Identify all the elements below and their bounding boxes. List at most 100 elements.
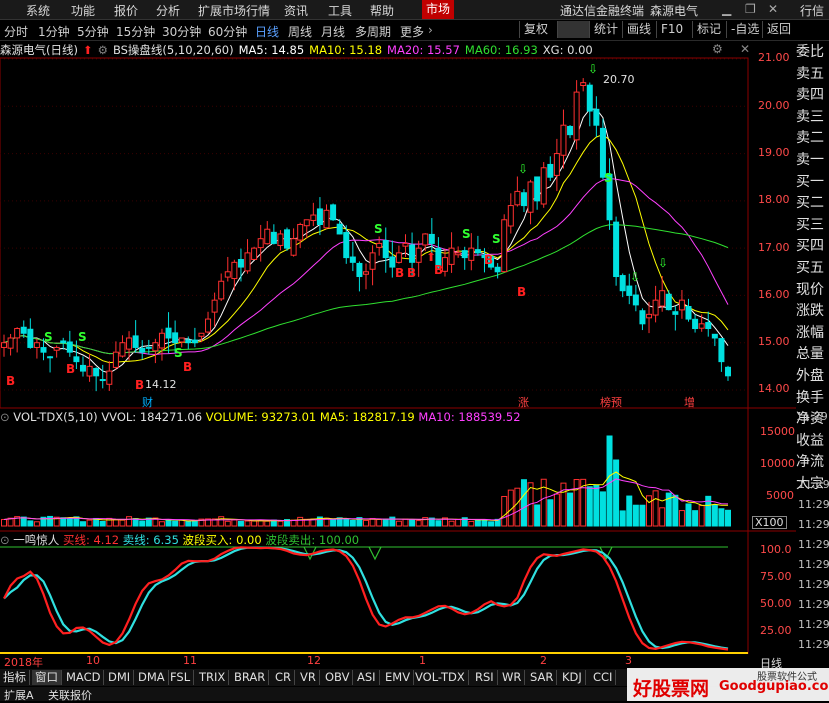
tab-sar[interactable]: SAR [527,670,558,685]
stats-button[interactable]: 统计 [589,21,622,38]
tab-dma[interactable]: DMA [135,670,169,685]
buy-line [3,546,729,651]
tab-cci[interactable]: CCI [590,670,617,685]
fuquan-button[interactable]: 复权 [519,21,552,38]
tab-obv[interactable]: OBV [322,670,354,685]
period-1min[interactable]: 1分钟 [38,23,70,40]
close-icon[interactable]: ✕ [768,2,778,16]
tab-macd[interactable]: MACD [63,670,105,685]
indicator2-title[interactable]: 一鸣惊人 [13,533,59,547]
tab-brar[interactable]: BRAR [231,670,270,685]
tab-kdj[interactable]: KDJ [559,670,586,685]
candle-body [468,247,475,261]
candle-body [53,346,60,351]
tab-vol-tdx[interactable]: VOL-TDX [412,670,469,685]
volume-title[interactable]: VOL-TDX(5,10) [13,410,97,424]
mark-button[interactable]: 标记 [692,21,725,38]
tab-window[interactable]: 窗口 [32,670,62,685]
period-30min[interactable]: 30分钟 [162,23,201,40]
candle-body [112,351,119,368]
volume-bar [514,487,521,527]
f10-button[interactable]: F10 [656,21,687,38]
buy-signal-label: B [135,378,145,392]
date-tick: 2018年 [4,656,43,669]
tab-wr[interactable]: WR [499,670,526,685]
candle-body [540,167,547,205]
volume-collapse-icon[interactable]: ⊙ [0,410,10,424]
volume-bar [395,520,402,527]
tab-asi[interactable]: ASI [354,670,380,685]
time-tick: 11:29 [798,638,829,651]
menu-item-ext-market[interactable]: 扩展市场行情 [198,2,270,19]
tab-fsl[interactable]: FSL [167,670,195,685]
menu-item-analysis[interactable]: 分析 [156,2,180,19]
period-daily[interactable]: 日线 [255,23,279,40]
tab-dmi[interactable]: DMI [105,670,135,685]
candle-body [224,271,231,278]
menu-item-tools[interactable]: 工具 [328,2,352,19]
candle-body [718,338,725,363]
candle-body [422,233,429,246]
period-monthly[interactable]: 月线 [321,23,345,40]
candle-body [244,252,251,272]
period-multi[interactable]: 多周期 [355,23,391,40]
period-more[interactable]: 更多 [400,23,424,40]
menu-item-right[interactable]: 行信 [800,2,824,19]
event-tag-finance[interactable]: 财 [142,394,153,410]
menu-item-help[interactable]: 帮助 [370,2,394,19]
period-weekly[interactable]: 周线 [288,23,312,40]
candle-body [284,229,291,249]
candle-body [297,224,304,241]
indicator-tick: 75.00 [760,570,792,583]
candle-body [428,233,435,244]
candle-body [409,244,416,263]
add-favorite-button[interactable]: -自选 [726,21,763,38]
wave-sell-marker [368,546,382,561]
menu-item-info[interactable]: 资讯 [284,2,308,19]
period-5min[interactable]: 5分钟 [77,23,109,40]
menu-item-function[interactable]: 功能 [71,2,95,19]
tab-vr[interactable]: VR [297,670,320,685]
volume-bar [27,520,34,527]
volume-bar [685,503,692,527]
sell-signal-label: S [174,346,183,360]
candle-body [599,127,606,178]
tab-indicator[interactable]: 指标 [0,670,30,685]
period-15min[interactable]: 15分钟 [116,23,155,40]
event-tag-limit[interactable]: 涨 [518,394,529,410]
tab-trix[interactable]: TRIX [196,670,230,685]
tab-rsi[interactable]: RSI [472,670,498,685]
menu-item-system[interactable]: 系统 [26,2,50,19]
volume-bar [501,495,508,527]
period-timeshare[interactable]: 分时 [4,23,28,40]
draw-button[interactable]: 画线 [622,21,655,38]
chevron-right-icon[interactable]: › [428,23,433,37]
menu-item-quote[interactable]: 报价 [114,2,138,19]
candle-body [652,299,659,316]
indicator2-info: ⊙ 一鸣惊人 买线: 4.12 卖线: 6.35 波段买入: 0.00 波段卖出… [0,532,748,548]
buy-signal-label: B [517,285,527,299]
candle-body [685,306,692,320]
minimize-icon[interactable]: ▁ [722,2,731,16]
candle-body [415,247,422,263]
period-60min[interactable]: 60分钟 [208,23,247,40]
volume-bar [158,521,165,527]
volume-bar [119,519,126,527]
tab-cr[interactable]: CR [272,670,296,685]
indicator2-collapse-icon[interactable]: ⊙ [0,533,10,547]
candle-body [119,342,126,357]
blank-button[interactable] [557,21,590,38]
candle-body [316,208,323,225]
event-tag-forecast[interactable]: 榜预 [600,394,622,410]
restore-icon[interactable]: ❐ [745,2,756,16]
kline-chart[interactable] [0,42,796,654]
menu-item-market[interactable]: 市场 [422,0,455,19]
candle-body [7,337,14,349]
volume-bar [330,519,337,527]
order-book-label: 买四 [796,238,824,255]
tab-emv[interactable]: EMV [382,670,415,685]
candle-body [527,181,534,213]
back-button[interactable]: 返回 [762,21,795,38]
candle-body [711,333,718,339]
event-tag-increase[interactable]: 增 [684,394,695,410]
